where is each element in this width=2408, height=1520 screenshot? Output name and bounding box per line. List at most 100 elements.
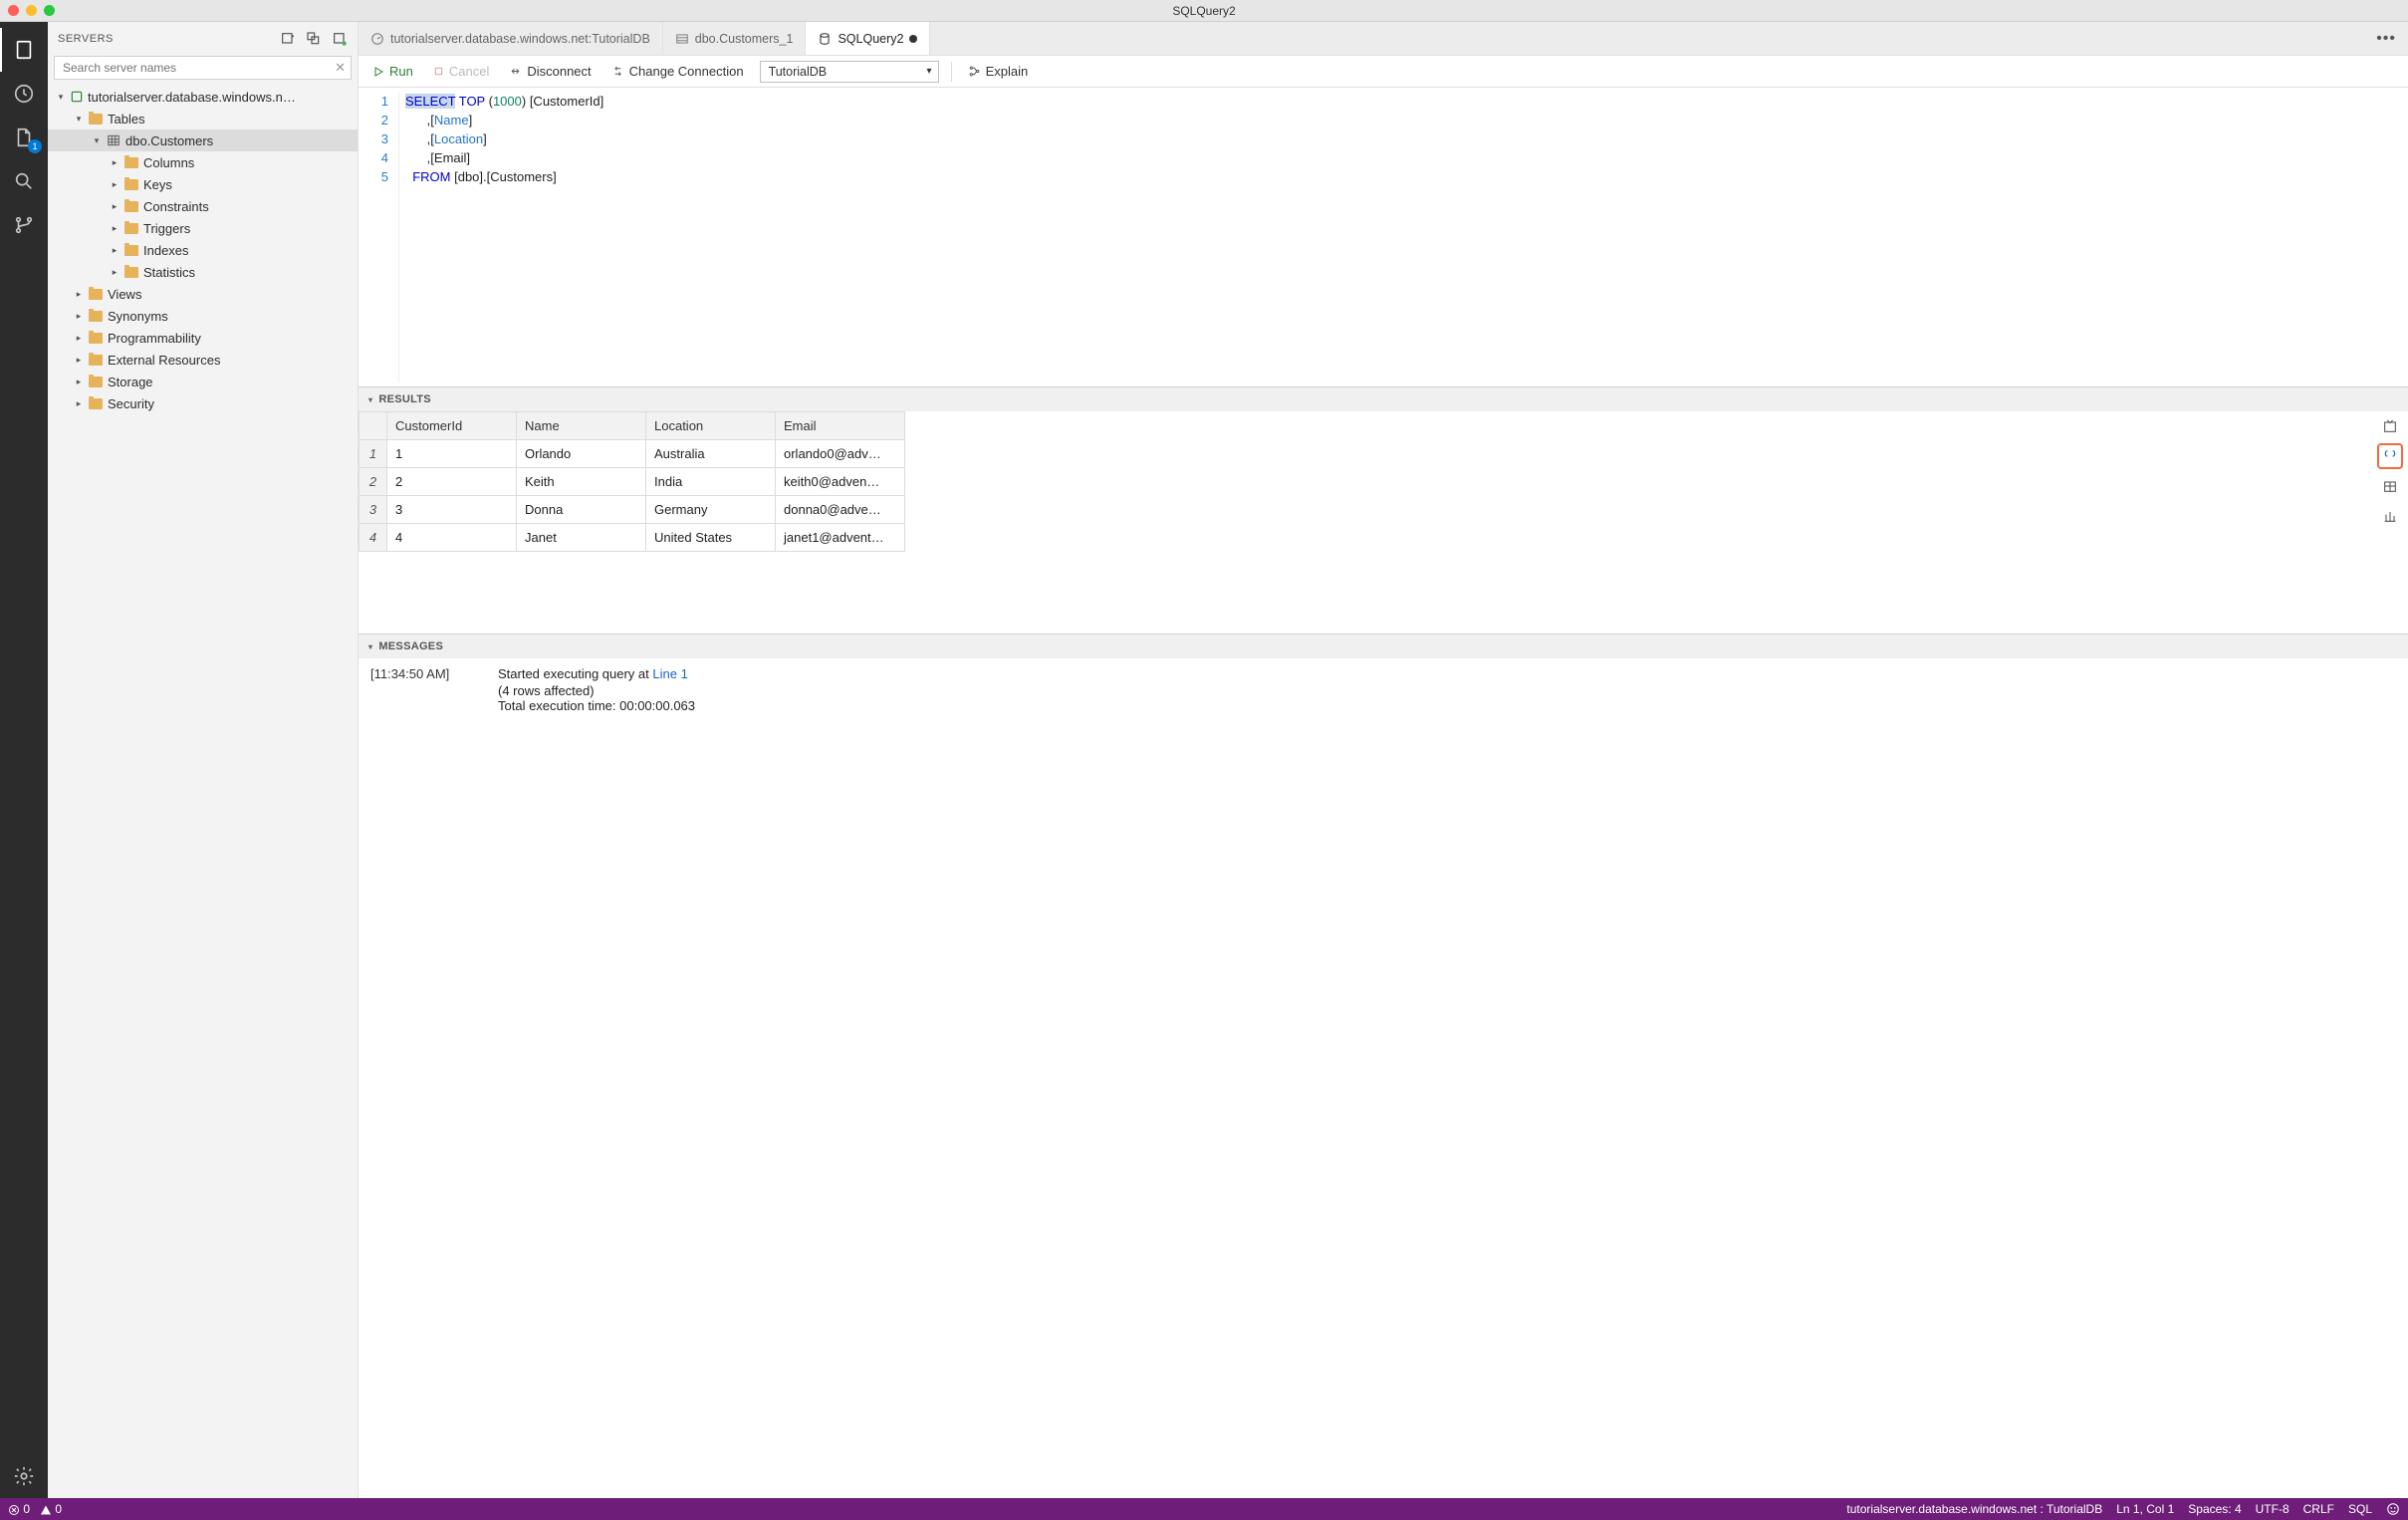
new-connection-icon[interactable] [280,31,296,47]
column-header[interactable]: Email [776,412,905,440]
table-cell[interactable]: India [646,468,776,496]
chevron-right-icon[interactable]: ▸ [108,199,121,213]
chevron-right-icon[interactable]: ▸ [108,177,121,191]
activity-settings[interactable] [0,1454,48,1498]
tab-customers[interactable]: dbo.Customers_1 [663,22,807,55]
column-header[interactable]: Location [646,412,776,440]
tab-sqlquery2[interactable]: SQLQuery2 [806,22,930,55]
table-cell[interactable]: donna0@adve… [776,496,905,524]
clear-search-icon[interactable]: ✕ [335,60,346,76]
tree-server-node[interactable]: ▾ tutorialserver.database.windows.n… [48,86,358,108]
table-cell[interactable]: Keith [517,468,646,496]
table-cell[interactable]: janet1@advent… [776,524,905,552]
status-warnings[interactable]: 0 [40,1502,62,1516]
database-select[interactable]: TutorialDB [760,61,939,83]
table-cell[interactable]: 1 [387,440,517,468]
maximize-window-button[interactable] [44,5,55,16]
tree-programmability-node[interactable]: ▸Programmability [48,327,358,349]
tree-external-resources-node[interactable]: ▸External Resources [48,349,358,371]
server-search-input[interactable] [54,56,352,80]
activity-servers[interactable] [0,28,48,72]
activity-source-control[interactable] [0,203,48,247]
column-header[interactable]: CustomerId [387,412,517,440]
table-cell[interactable]: orlando0@adv… [776,440,905,468]
chevron-right-icon[interactable]: ▸ [108,243,121,257]
status-errors[interactable]: 0 [8,1502,30,1516]
table-cell[interactable]: keith0@adven… [776,468,905,496]
chevron-right-icon[interactable]: ▸ [108,221,121,235]
editor-overflow-menu[interactable]: ••• [2364,22,2408,55]
status-indentation[interactable]: Spaces: 4 [2188,1502,2241,1516]
table-cell[interactable]: Janet [517,524,646,552]
results-header[interactable]: ▾ RESULTS [359,387,2408,411]
tree-synonyms-node[interactable]: ▸Synonyms [48,305,358,327]
save-json-button[interactable] [2379,445,2401,467]
close-window-button[interactable] [8,5,19,16]
status-language[interactable]: SQL [2348,1502,2372,1516]
new-group-icon[interactable] [306,31,322,47]
table-row[interactable]: 33DonnaGermanydonna0@adve… [360,496,905,524]
chevron-down-icon[interactable]: ▾ [72,112,86,126]
chevron-right-icon[interactable]: ▸ [108,155,121,169]
tree-statistics-node[interactable]: ▸Statistics [48,261,358,283]
tab-dashboard[interactable]: tutorialserver.database.windows.net:Tuto… [359,22,663,55]
code-editor[interactable]: 1 2 3 4 5 SELECT TOP (1000) [CustomerId]… [359,88,2408,386]
table-cell[interactable]: Germany [646,496,776,524]
chevron-right-icon[interactable]: ▸ [72,375,86,388]
activity-explorer[interactable]: 1 [0,116,48,159]
column-header[interactable]: Name [517,412,646,440]
save-excel-button[interactable] [2379,475,2401,497]
chart-button[interactable] [2379,505,2401,527]
new-query-icon[interactable] [332,31,348,47]
chevron-right-icon[interactable]: ▸ [72,353,86,367]
tree-storage-node[interactable]: ▸Storage [48,371,358,392]
tree-triggers-node[interactable]: ▸Triggers [48,217,358,239]
message-line-link[interactable]: Line 1 [652,666,687,681]
chevron-down-icon[interactable]: ▾ [368,395,372,404]
table-cell[interactable]: Australia [646,440,776,468]
chevron-down-icon[interactable]: ▾ [90,133,104,147]
messages-header[interactable]: ▾ MESSAGES [359,634,2408,658]
table-cell[interactable]: Orlando [517,440,646,468]
chevron-down-icon[interactable]: ▾ [368,642,372,651]
tree-columns-node[interactable]: ▸Columns [48,151,358,173]
status-feedback[interactable] [2386,1502,2400,1516]
table-cell[interactable]: 2 [387,468,517,496]
chevron-right-icon[interactable]: ▸ [72,287,86,301]
chevron-right-icon[interactable]: ▸ [72,331,86,345]
disconnect-button[interactable]: Disconnect [505,62,595,81]
status-connection[interactable]: tutorialserver.database.windows.net : Tu… [1846,1502,2102,1516]
chevron-down-icon[interactable]: ▾ [54,90,68,104]
tree-table-customers[interactable]: ▾ dbo.Customers [48,129,358,151]
status-cursor-position[interactable]: Ln 1, Col 1 [2116,1502,2174,1516]
activity-tasks[interactable] [0,72,48,116]
save-csv-button[interactable] [2379,415,2401,437]
code-content[interactable]: SELECT TOP (1000) [CustomerId] ,[Name] ,… [398,92,2408,382]
tree-security-node[interactable]: ▸Security [48,392,358,414]
tree-tables-node[interactable]: ▾ Tables [48,108,358,129]
explain-button[interactable]: Explain [964,62,1033,81]
activity-search[interactable] [0,159,48,203]
table-cell[interactable]: 4 [387,524,517,552]
table-row[interactable]: 22KeithIndiakeith0@adven… [360,468,905,496]
run-button[interactable]: Run [368,62,417,81]
smiley-icon [2386,1502,2400,1516]
tree-views-node[interactable]: ▸Views [48,283,358,305]
results-grid[interactable]: CustomerId Name Location Email 11Orlando… [359,411,905,552]
status-encoding[interactable]: UTF-8 [2256,1502,2289,1516]
table-cell[interactable]: United States [646,524,776,552]
table-cell[interactable]: Donna [517,496,646,524]
status-eol[interactable]: CRLF [2303,1502,2334,1516]
tree-constraints-node[interactable]: ▸Constraints [48,195,358,217]
row-number: 2 [360,468,387,496]
chevron-right-icon[interactable]: ▸ [108,265,121,279]
table-cell[interactable]: 3 [387,496,517,524]
minimize-window-button[interactable] [26,5,37,16]
chevron-right-icon[interactable]: ▸ [72,396,86,410]
change-connection-button[interactable]: Change Connection [607,62,748,81]
chevron-right-icon[interactable]: ▸ [72,309,86,323]
tree-keys-node[interactable]: ▸Keys [48,173,358,195]
table-row[interactable]: 44JanetUnited Statesjanet1@advent… [360,524,905,552]
tree-indexes-node[interactable]: ▸Indexes [48,239,358,261]
table-row[interactable]: 11OrlandoAustraliaorlando0@adv… [360,440,905,468]
